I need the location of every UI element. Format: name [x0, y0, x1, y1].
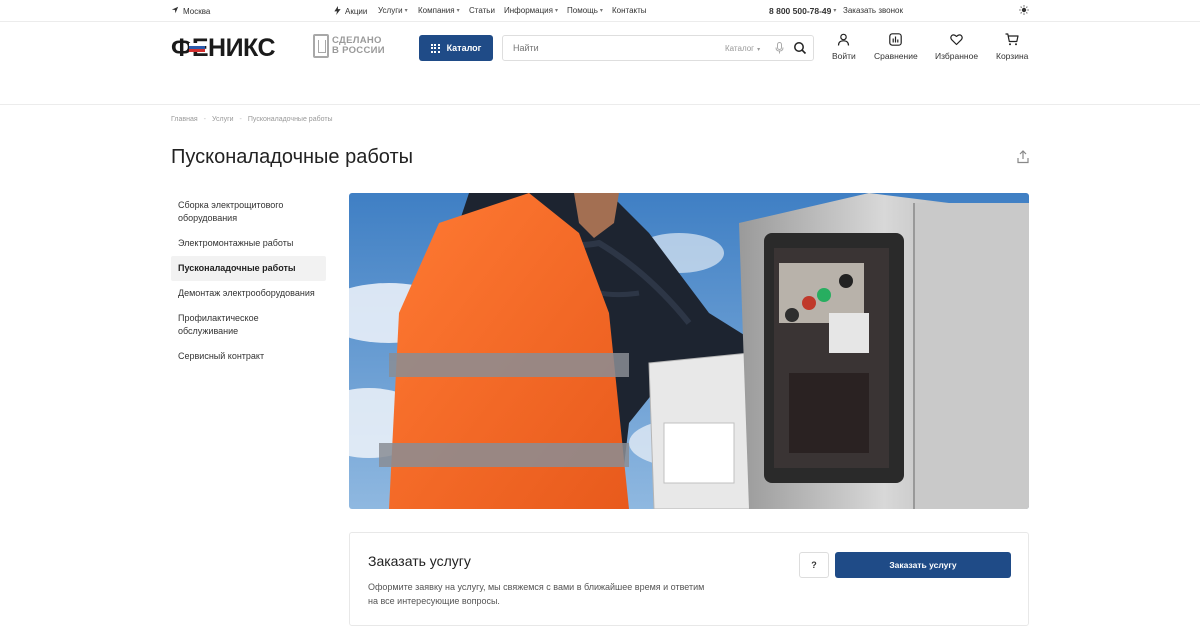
callback-link[interactable]: Заказать звонок: [843, 6, 903, 15]
cart-button[interactable]: Корзина: [996, 33, 1028, 61]
search-bar: Каталог▾: [502, 35, 814, 61]
order-card-title: Заказать услугу: [368, 553, 471, 569]
cart-label: Корзина: [996, 51, 1029, 61]
login-button[interactable]: Войти: [832, 33, 856, 61]
location-arrow-icon: [171, 6, 179, 16]
sidebar-item-service-contract[interactable]: Сервисный контракт: [171, 344, 326, 369]
main-header: ФЕНИКС СДЕЛАНО В РОССИИ Каталог Каталог▾: [0, 22, 1200, 105]
nav-services[interactable]: Услуги ▾: [378, 6, 408, 15]
question-button[interactable]: ?: [799, 552, 829, 578]
catalog-button[interactable]: Каталог: [419, 35, 493, 61]
chevron-down-icon: ▾: [833, 8, 837, 14]
compare-label: Сравнение: [874, 51, 918, 61]
nav-help[interactable]: Помощь ▾: [567, 6, 603, 15]
login-label: Войти: [832, 51, 856, 61]
nav-company-label: Компания: [418, 6, 455, 15]
top-bar: Москва Акции Услуги ▾ Компания ▾ Статьи Ин…: [0, 0, 1200, 22]
logo-mark: ФЕНИКС: [171, 34, 276, 60]
page-title: Пусконаладочные работы: [171, 146, 414, 168]
made-in-russia-icon: [313, 34, 329, 58]
heart-icon: [950, 34, 963, 46]
breadcrumb-separator: -: [239, 116, 242, 123]
breadcrumb-home[interactable]: Главная: [171, 116, 198, 123]
sidebar-item-maintenance[interactable]: Профилактическое обслуживание: [171, 306, 326, 344]
chevron-down-icon: ▾: [554, 8, 558, 14]
nav-articles[interactable]: Статьи: [469, 6, 495, 15]
favorites-button[interactable]: Избранное: [935, 33, 978, 61]
hero-image: [349, 193, 1029, 509]
user-icon: [838, 33, 850, 46]
nav-contacts-label: Контакты: [612, 6, 647, 15]
breadcrumb-services[interactable]: Услуги: [212, 116, 234, 123]
sidebar-item-assembly[interactable]: Сборка электрощитового оборудования: [171, 193, 326, 231]
nav-help-label: Помощь: [567, 6, 598, 15]
city-selector[interactable]: Москва: [171, 6, 210, 16]
share-icon[interactable]: [1016, 150, 1030, 164]
city-label: Москва: [183, 6, 211, 16]
search-category-select[interactable]: Каталог ▾: [725, 44, 760, 53]
nav-company[interactable]: Компания ▾: [418, 6, 460, 15]
nav-info[interactable]: Информация ▾: [504, 6, 558, 15]
made-in-russia-badge: СДЕЛАНО В РОССИИ: [313, 33, 385, 59]
chevron-down-icon: ▾: [456, 8, 460, 14]
nav-promo[interactable]: Акции: [334, 6, 367, 17]
order-service-button[interactable]: Заказать услугу: [835, 552, 1011, 578]
phone-number[interactable]: 8 800 500-78-49 ▾: [769, 6, 836, 16]
sidebar-item-dismantling[interactable]: Демонтаж электрооборудования: [171, 281, 326, 306]
worker-electrical-panel-photo: [349, 193, 1029, 509]
nav-promo-label: Акции: [345, 7, 368, 16]
nav-info-label: Информация: [504, 6, 553, 15]
phone-label: 8 800 500-78-49: [769, 5, 832, 16]
chevron-down-icon: ▾: [404, 8, 408, 14]
breadcrumb-current: Пусконаладочные работы: [247, 116, 333, 123]
lightning-icon: [334, 6, 341, 17]
breadcrumb: Главная - Услуги - Пусконаладочные работ…: [171, 116, 333, 123]
services-sidebar: Сборка электрощитового оборудования Элек…: [171, 193, 326, 369]
microphone-icon[interactable]: [775, 42, 784, 54]
compare-icon: [889, 33, 903, 46]
order-service-card: Заказать услугу Оформите заявку на услуг…: [349, 532, 1029, 626]
theme-toggle[interactable]: [1019, 5, 1029, 15]
cart-icon: [1005, 33, 1019, 46]
breadcrumb-separator: -: [203, 116, 206, 123]
nav-contacts[interactable]: Контакты: [612, 6, 647, 15]
sidebar-item-installation[interactable]: Электромонтажные работы: [171, 231, 326, 256]
chevron-down-icon: ▾: [757, 47, 761, 53]
chevron-down-icon: ▾: [599, 8, 603, 14]
search-category-label: Каталог: [725, 44, 755, 53]
svg-text:ФЕНИКС: ФЕНИКС: [171, 34, 275, 60]
search-icon[interactable]: [793, 41, 807, 55]
search-input[interactable]: [513, 43, 713, 53]
made-line-2: В РОССИИ: [332, 45, 385, 56]
catalog-button-label: Каталог: [446, 43, 482, 53]
site-logo[interactable]: ФЕНИКС: [171, 34, 295, 60]
order-card-description: Оформите заявку на услугу, мы свяжемся с…: [368, 582, 705, 606]
nav-articles-label: Статьи: [469, 6, 495, 15]
compare-button[interactable]: Сравнение: [874, 33, 918, 61]
callback-label: Заказать звонок: [843, 6, 903, 15]
sun-icon: [1019, 5, 1029, 15]
nav-services-label: Услуги: [378, 6, 403, 15]
sidebar-item-commissioning[interactable]: Пусконаладочные работы: [171, 256, 326, 281]
favorites-label: Избранное: [935, 51, 979, 61]
grid-icon: [430, 43, 440, 53]
